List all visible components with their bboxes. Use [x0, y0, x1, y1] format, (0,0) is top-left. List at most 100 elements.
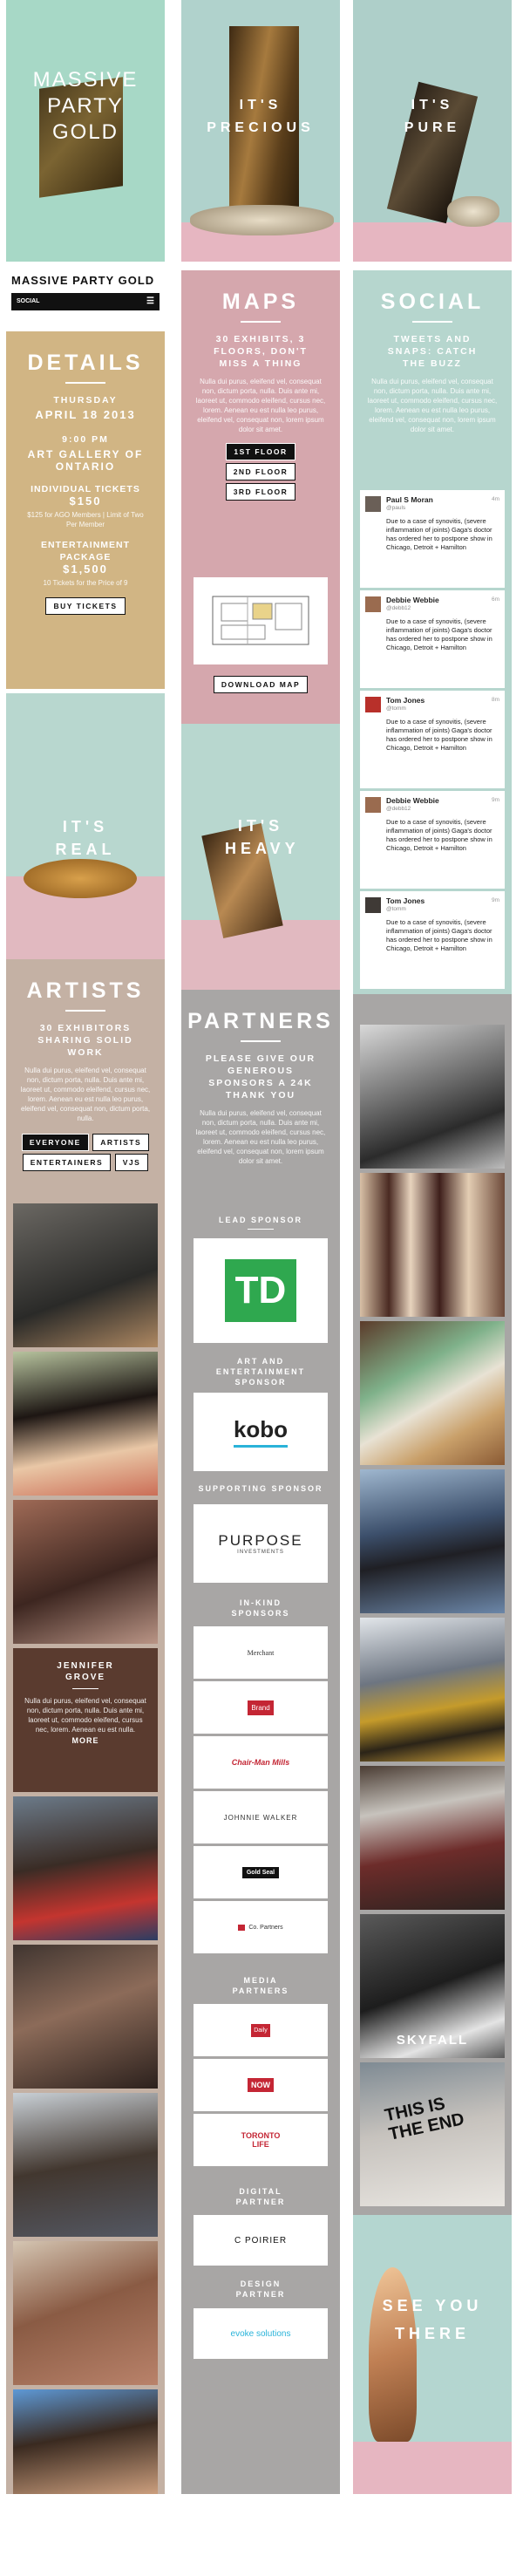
hero-its-heavy: It's Heavy: [181, 724, 340, 990]
foil-crumple: [447, 196, 499, 227]
tweet-author: Debbie Webbie: [386, 596, 439, 604]
avatar: [365, 596, 381, 612]
inkind-logo-4[interactable]: Johnnie Walker: [194, 1791, 328, 1843]
tweet-text: Due to a case of synovitis, (severe infl…: [386, 818, 492, 852]
divider: [241, 321, 281, 323]
tweet-card[interactable]: Debbie Webbie @debb12 9m Due to a case o…: [360, 791, 505, 889]
social-subheading: Tweets and Snaps: Catch the Buzz: [387, 334, 478, 369]
evoke-logo[interactable]: evoke solutions: [194, 2308, 328, 2359]
filter-entertainers[interactable]: Entertainers: [22, 1154, 112, 1171]
artist-photo-6[interactable]: [13, 2093, 158, 2237]
media-logo-2[interactable]: NOW: [194, 2059, 328, 2111]
artist-overlay-card[interactable]: Jennifer Grove Nulla dui purus, eleifend…: [13, 1648, 158, 1792]
filter-artists[interactable]: Artists: [92, 1134, 150, 1151]
digital-partner-label: Digital Partner: [235, 2187, 286, 2206]
artist-photo-2[interactable]: [13, 1352, 158, 1496]
tweet-handle: @debb12: [386, 605, 411, 611]
event-day: Thursday: [53, 395, 118, 405]
entertainment-package-label: Entertainment Package: [40, 540, 131, 562]
floor-3-button[interactable]: 3rd Floor: [225, 483, 296, 501]
feed-photo-4[interactable]: [360, 1469, 505, 1613]
inkind-logo-1[interactable]: Merchant: [194, 1626, 328, 1679]
avatar: [365, 697, 381, 712]
divider: [65, 382, 105, 384]
inkind-name-2: Brand: [248, 1700, 274, 1715]
art-entertainment-sponsor-label: Art and Entertainment Sponsor: [215, 1357, 306, 1387]
artist-photo-7[interactable]: [13, 2241, 158, 2385]
tweet-text: Due to a case of synovitis, (severe infl…: [386, 918, 492, 952]
feed-photo-8[interactable]: This is the End: [360, 2062, 505, 2206]
artists-description: Nulla dui purus, eleifend vel, consequat…: [20, 1067, 151, 1122]
inkind-logo-3[interactable]: Chair-Man Mills: [194, 1736, 328, 1789]
feed-photo-7[interactable]: Skyfall: [360, 1914, 505, 2058]
tweet-time: 4m: [491, 496, 499, 502]
details-heading: Details: [27, 351, 144, 375]
kobo-wordmark: kobo: [233, 1416, 289, 1448]
feed-photo-3[interactable]: [360, 1321, 505, 1465]
tweet-author: Tom Jones: [386, 896, 425, 905]
brand-name: Massive Party Gold: [11, 274, 155, 287]
tweet-handle: @tomm: [386, 705, 406, 712]
filter-everyone[interactable]: Everyone: [21, 1134, 89, 1151]
gold-flakes: [24, 859, 137, 898]
artist-photo-8[interactable]: [13, 2389, 158, 2494]
kobo-logo[interactable]: kobo: [194, 1393, 328, 1471]
social-menu-button[interactable]: Social ☰: [11, 293, 160, 310]
artist-photo-3[interactable]: [13, 1500, 158, 1644]
td-logo[interactable]: TD: [194, 1238, 328, 1343]
gold-rocks: [190, 205, 334, 235]
purpose-logo[interactable]: PURPOSE INVESTMENTS: [194, 1504, 328, 1583]
evoke-wordmark: evoke solutions: [230, 2328, 291, 2339]
artist-overlay-text: Nulla dui purus, eleifend vel, consequat…: [24, 1697, 146, 1734]
artist-photo-1[interactable]: [13, 1203, 158, 1347]
artists-section: Artists 30 Exhibitors Sharing Solid Work…: [6, 959, 165, 2494]
event-date: April 18 2013: [35, 408, 136, 421]
download-map-button[interactable]: Download Map: [213, 676, 309, 693]
artists-heading: Artists: [26, 978, 145, 1003]
details-section: Details Thursday April 18 2013 9:00 PM A…: [6, 331, 165, 689]
poirier-logo[interactable]: C POIRIER: [194, 2215, 328, 2266]
hero-its-pure: It's Pure: [353, 0, 512, 262]
feed-photo-1[interactable]: [360, 1025, 505, 1169]
maps-subheading: 30 Exhibits, 3 Floors, Don't Miss a Thin…: [214, 334, 308, 369]
maps-heading: Maps: [221, 290, 300, 314]
tweet-card[interactable]: Debbie Webbie @debb12 6m Due to a case o…: [360, 590, 505, 688]
entertainment-package-price: $1,500: [63, 562, 108, 576]
column-social: It's Pure Social Tweets and Snaps: Catch…: [353, 0, 512, 2494]
supporting-sponsor-label: Supporting Sponsor: [198, 1484, 323, 1493]
media-logo-3[interactable]: TORONTO LIFE: [194, 2114, 328, 2166]
social-heading: Social: [380, 290, 485, 314]
floor-plan-drawing: [212, 596, 309, 645]
inkind-logo-5[interactable]: Gold Seal: [194, 1846, 328, 1898]
in-kind-sponsors-label: In-Kind Sponsors: [231, 1598, 290, 1618]
feed-photo-2[interactable]: [360, 1173, 505, 1317]
inkind-logo-6[interactable]: Co. Partners: [194, 1901, 328, 1953]
tweet-text: Due to a case of synovitis, (severe infl…: [386, 517, 492, 551]
avatar: [365, 797, 381, 813]
artist-more-link[interactable]: More: [13, 1736, 158, 1745]
artist-overlay-name: Jennifer Grove: [57, 1661, 114, 1682]
individual-tickets-note: $125 for AGO Members | Limit of Two Per …: [27, 511, 144, 528]
inkind-name-3: Chair-Man Mills: [231, 1758, 290, 1767]
its-pure-text: It's Pure: [404, 98, 461, 135]
column-info: It's Precious Maps 30 Exhibits, 3 Floors…: [181, 0, 340, 2494]
tweet-card[interactable]: Paul S Moran @pauls 4m Due to a case of …: [360, 490, 505, 588]
feed-photo-5[interactable]: [360, 1618, 505, 1762]
inkind-name-6: Co. Partners: [238, 1924, 283, 1931]
sign-text: This is the End: [383, 2094, 466, 2144]
floor-1-button[interactable]: 1st Floor: [226, 443, 295, 460]
td-mark-text: TD: [234, 1269, 287, 1312]
artist-photo-4[interactable]: [13, 1796, 158, 1940]
tweet-author: Debbie Webbie: [386, 796, 439, 805]
artist-photo-5[interactable]: [13, 1945, 158, 2089]
floor-map[interactable]: [194, 577, 328, 664]
inkind-logo-2[interactable]: Brand: [194, 1681, 328, 1734]
filter-vjs[interactable]: VJs: [114, 1154, 149, 1171]
tweet-card[interactable]: Tom Jones @tomm 9m Due to a case of syno…: [360, 891, 505, 989]
tweet-time: 8m: [491, 697, 499, 703]
media-logo-1[interactable]: Daily: [194, 2004, 328, 2056]
feed-photo-6[interactable]: [360, 1766, 505, 1910]
buy-tickets-button[interactable]: Buy Tickets: [45, 597, 126, 615]
tweet-card[interactable]: Tom Jones @tomm 8m Due to a case of syno…: [360, 691, 505, 788]
floor-2-button[interactable]: 2nd Floor: [225, 463, 296, 480]
